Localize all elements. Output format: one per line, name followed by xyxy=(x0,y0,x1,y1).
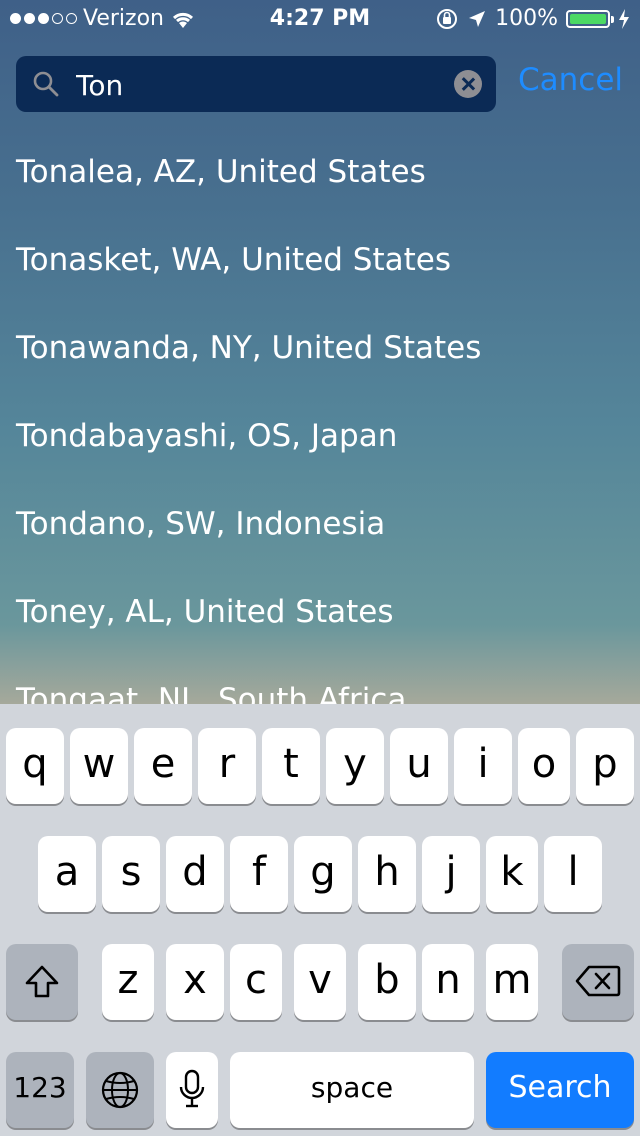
key-e[interactable]: e xyxy=(134,728,192,804)
numbers-key[interactable]: 123 xyxy=(6,1052,74,1128)
list-item[interactable]: Toney, AL, United States xyxy=(0,568,640,656)
battery-icon xyxy=(566,9,614,28)
key-g[interactable]: g xyxy=(294,836,352,912)
key-w[interactable]: w xyxy=(70,728,128,804)
space-key[interactable]: space xyxy=(230,1052,474,1128)
shift-key[interactable] xyxy=(6,944,78,1020)
key-i[interactable]: i xyxy=(454,728,512,804)
key-v[interactable]: v xyxy=(294,944,346,1020)
microphone-icon xyxy=(179,1069,205,1108)
key-z[interactable]: z xyxy=(102,944,154,1020)
clear-icon[interactable] xyxy=(454,70,482,98)
list-item[interactable]: Tondabayashi, OS, Japan xyxy=(0,392,640,480)
key-p[interactable]: p xyxy=(576,728,634,804)
key-h[interactable]: h xyxy=(358,836,416,912)
key-y[interactable]: y xyxy=(326,728,384,804)
charging-bolt-icon xyxy=(619,8,629,29)
key-t[interactable]: t xyxy=(262,728,320,804)
search-icon xyxy=(33,71,59,97)
key-o[interactable]: o xyxy=(518,728,570,804)
globe-icon xyxy=(101,1071,139,1109)
orientation-lock-icon xyxy=(437,8,458,29)
backspace-icon xyxy=(575,965,621,997)
key-j[interactable]: j xyxy=(422,836,480,912)
key-r[interactable]: r xyxy=(198,728,256,804)
dictation-key[interactable] xyxy=(166,1052,218,1128)
battery-percent: 100% xyxy=(495,6,558,31)
list-item[interactable]: Tonasket, WA, United States xyxy=(0,216,640,304)
key-m[interactable]: m xyxy=(486,944,538,1020)
status-bar: Verizon 4:27 PM 100% xyxy=(0,0,640,40)
globe-key[interactable] xyxy=(86,1052,154,1128)
key-f[interactable]: f xyxy=(230,836,288,912)
keyboard: q w e r t y u i o p a s d f g h j k l z … xyxy=(0,704,640,1136)
key-l[interactable]: l xyxy=(544,836,602,912)
battery-nub xyxy=(611,15,614,23)
key-n[interactable]: n xyxy=(422,944,474,1020)
search-input[interactable] xyxy=(74,64,448,106)
key-q[interactable]: q xyxy=(6,728,64,804)
list-item[interactable]: Tongaat, NL, South Africa xyxy=(0,656,640,704)
key-u[interactable]: u xyxy=(390,728,448,804)
cancel-button[interactable]: Cancel xyxy=(518,62,623,98)
location-arrow-icon xyxy=(469,10,486,27)
list-item[interactable]: Tonawanda, NY, United States xyxy=(0,304,640,392)
list-item[interactable]: Tondano, SW, Indonesia xyxy=(0,480,640,568)
delete-key[interactable] xyxy=(562,944,634,1020)
shift-icon xyxy=(25,965,59,998)
list-item[interactable]: Tonalea, AZ, United States xyxy=(0,128,640,216)
key-x[interactable]: x xyxy=(166,944,224,1020)
key-s[interactable]: s xyxy=(102,836,160,912)
search-bar[interactable] xyxy=(16,56,496,112)
key-a[interactable]: a xyxy=(38,836,96,912)
key-b[interactable]: b xyxy=(358,944,416,1020)
search-key[interactable]: Search xyxy=(486,1052,634,1128)
search-results-list[interactable]: Tonalea, AZ, United States Tonasket, WA,… xyxy=(0,128,640,704)
battery-fill xyxy=(570,13,606,24)
status-right: 100% xyxy=(435,6,630,31)
key-d[interactable]: d xyxy=(166,836,224,912)
key-k[interactable]: k xyxy=(486,836,538,912)
key-c[interactable]: c xyxy=(230,944,282,1020)
